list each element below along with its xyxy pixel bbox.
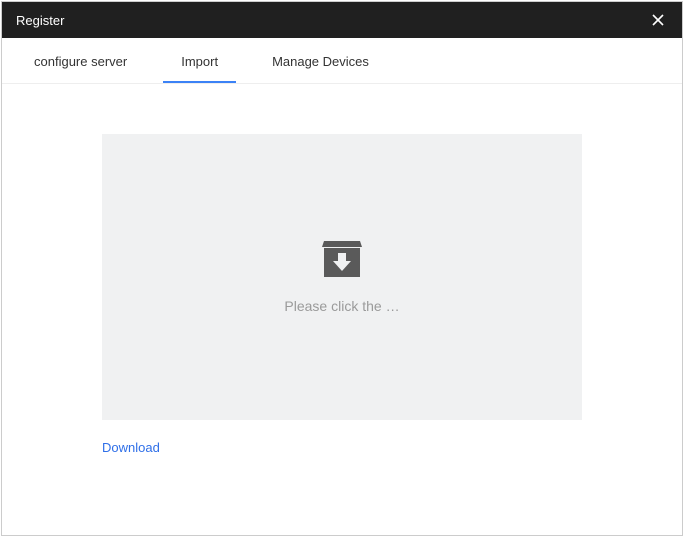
tab-label: Import	[181, 54, 218, 69]
content-area: Please click the … Download	[2, 84, 682, 535]
tab-label: configure server	[34, 54, 127, 69]
close-icon[interactable]	[648, 10, 668, 30]
dialog-title: Register	[16, 13, 64, 28]
titlebar: Register	[2, 2, 682, 38]
dropzone-text: Please click the …	[284, 298, 399, 314]
download-link[interactable]: Download	[102, 440, 160, 455]
tab-label: Manage Devices	[272, 54, 369, 69]
tab-configure-server[interactable]: configure server	[16, 40, 145, 83]
register-dialog: Register configure server Import Manage …	[1, 1, 683, 536]
tab-import[interactable]: Import	[163, 40, 236, 83]
tabs: configure server Import Manage Devices	[2, 38, 682, 84]
tab-manage-devices[interactable]: Manage Devices	[254, 40, 387, 83]
import-dropzone[interactable]: Please click the …	[102, 134, 582, 420]
archive-download-icon	[322, 241, 362, 298]
